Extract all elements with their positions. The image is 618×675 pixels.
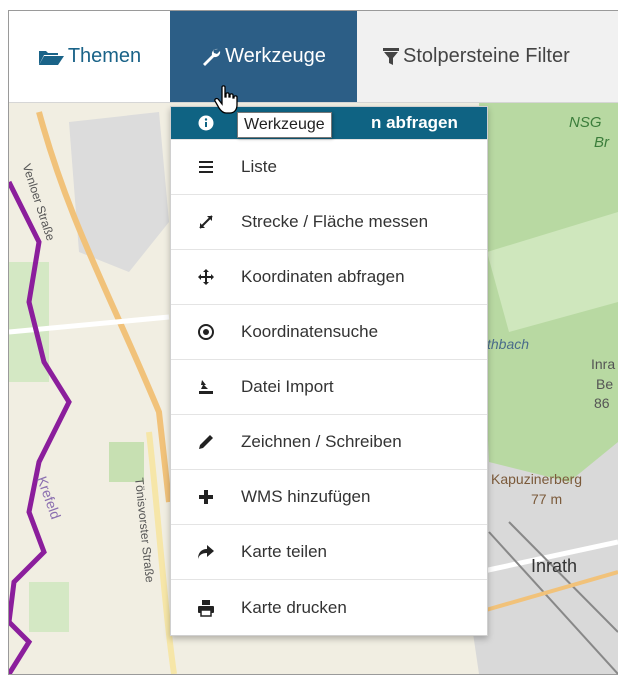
menu-item-label: Karte drucken [241,597,347,617]
menu-item-liste[interactable]: Liste [171,140,487,195]
map-label-inrath: Inrath [531,556,578,576]
menu-item-label: Karte teilen [241,542,327,561]
tooltip: Werkzeuge [237,112,332,138]
import-icon [195,376,217,398]
pencil-icon [195,431,217,453]
tab-werkzeuge[interactable]: Werkzeuge [170,11,357,102]
folder-open-icon [38,48,64,66]
map-label-nsg: NSG [569,114,602,131]
menu-item-label: Koordinaten abfragen [241,267,405,286]
menu-item-karte-teilen[interactable]: Karte teilen [171,525,487,580]
menu-item-datei-import[interactable]: Datei Import [171,360,487,415]
map-label-be: Be [596,376,614,392]
tab-stolpersteine-filter[interactable]: Stolpersteine Filter [357,11,618,102]
menu-item-koordinaten-abfragen[interactable]: Koordinaten abfragen [171,250,487,305]
target-icon [195,321,217,343]
hand-pointer-icon [214,85,240,120]
map-label-br: Br [594,134,609,151]
menu-item-label: WMS hinzufügen [241,487,371,506]
tab-stolpersteine-label: Stolpersteine Filter [403,45,570,67]
menu-item-label: Datei Import [241,377,334,396]
menu-item-label: Strecke / Fläche messen [241,212,429,231]
menu-item-label: Zeichnen / Schreiben [241,432,402,451]
menu-item-koordinatensuche[interactable]: Koordinatensuche [171,305,487,360]
wrench-icon [201,47,221,67]
app-frame: Venloer Straße NSG Br thbach Inra Be 86 … [8,10,618,675]
menu-item-label: Koordinatensuche [241,322,379,341]
tab-themen[interactable]: Themen [9,11,170,102]
menu-item-label: Liste [241,157,277,176]
measure-icon [195,211,217,233]
map-label-86: 86 [594,395,610,411]
map-label-kapuzinerberg: Kapuzinerberg [491,471,583,487]
top-navbar: Themen Werkzeuge Stolpersteine Filter [9,11,618,103]
tab-werkzeuge-label: Werkzeuge [225,45,326,67]
menu-item-wms-hinzufuegen[interactable]: WMS hinzufügen [171,470,487,525]
werkzeuge-dropdown-menu: n abfragen Liste Strecke / Fläche messen… [170,106,488,636]
menu-item-strecke-flaeche[interactable]: Strecke / Fläche messen [171,195,487,250]
map-label-height: 77 m [531,491,563,507]
plus-icon [195,486,217,508]
menu-item-karte-drucken[interactable]: Karte drucken [171,580,487,635]
list-icon [195,156,217,178]
tab-themen-label: Themen [67,45,142,67]
map-label-inra: Inra [591,356,616,372]
filter-icon [383,47,399,66]
print-icon [195,597,217,619]
menu-item-label: n abfragen [371,113,458,132]
map-label-thbach: thbach [487,336,530,352]
menu-item-zeichnen[interactable]: Zeichnen / Schreiben [171,415,487,470]
share-icon [195,541,217,563]
crosshair-move-icon [195,266,217,288]
